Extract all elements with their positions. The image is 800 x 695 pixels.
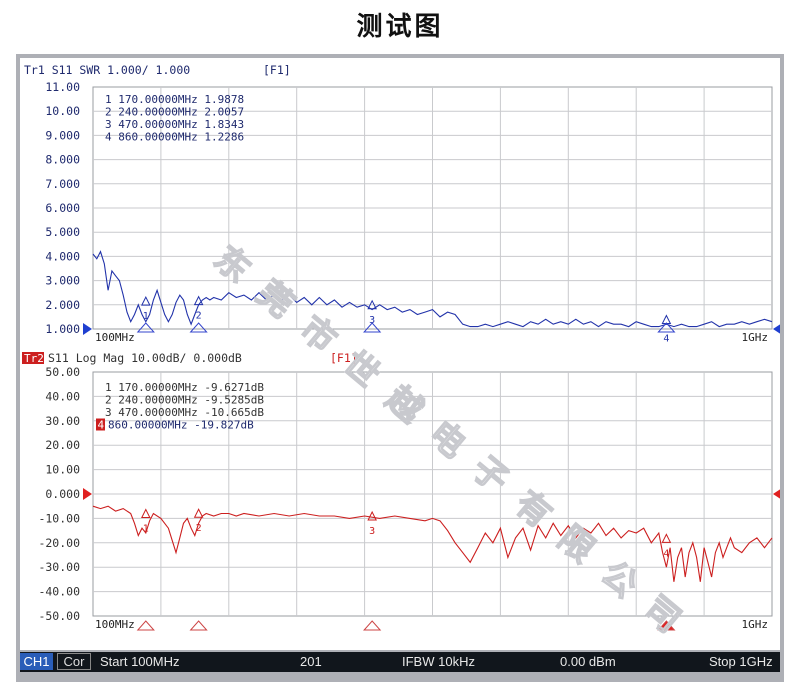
y-tick-label: 8.000	[45, 153, 80, 167]
y-tick-label: -40.00	[38, 585, 80, 599]
marker-readout: 2 240.00000MHz -9.5285dB	[105, 394, 264, 407]
marker-readout: 1 170.00000MHz 1.9878	[105, 93, 244, 106]
marker-readout: 860.00000MHz -19.827dB	[108, 419, 254, 432]
marker-number: 1	[143, 523, 149, 534]
y-tick-label: 10.00	[45, 104, 80, 118]
trace-format-tag: [F1]	[263, 63, 291, 77]
trace-header: Tr1 S11 SWR 1.000/ 1.000	[24, 63, 190, 77]
marker-number: 3	[369, 526, 375, 537]
marker-axis-indicator	[363, 620, 382, 631]
y-tick-label: -30.00	[38, 560, 80, 574]
status-bar: CH1 Cor Start 100MHz 201 IFBW 10kHz 0.00…	[20, 652, 780, 672]
marker-axis-indicator	[136, 620, 155, 631]
marker-number: 2	[196, 523, 202, 534]
y-tick-label: 11.00	[45, 80, 80, 94]
x-tick-label: 1GHz	[742, 331, 769, 344]
x-tick-label: 100MHz	[95, 331, 135, 344]
y-tick-label: -10.00	[38, 511, 80, 525]
marker-axis-indicator	[189, 620, 208, 631]
marker-readout: 4 860.00000MHz 1.2286	[105, 131, 244, 144]
marker-readout: 3 470.00000MHz -10.665dB	[105, 406, 264, 419]
sweep-points[interactable]: 201	[300, 654, 322, 669]
trace-label: Tr2	[24, 352, 44, 365]
reference-arrow-left	[83, 323, 92, 335]
stop-frequency[interactable]: Stop 1GHz	[709, 654, 773, 669]
reference-arrow-right	[773, 488, 782, 500]
marker-number: 3	[369, 315, 375, 326]
x-tick-label: 100MHz	[95, 618, 135, 631]
y-tick-label: 0.000	[45, 487, 80, 501]
y-tick-label: 10.00	[45, 463, 80, 477]
marker-number: 4	[663, 333, 669, 344]
y-tick-label: 3.000	[45, 274, 80, 288]
y-tick-label: 30.00	[45, 414, 80, 428]
if-bandwidth[interactable]: IFBW 10kHz	[402, 654, 475, 669]
y-tick-label: 4.000	[45, 249, 80, 263]
y-tick-label: -20.00	[38, 536, 80, 550]
x-tick-label: 1GHz	[742, 618, 769, 631]
y-tick-label: 7.000	[45, 177, 80, 191]
y-tick-label: 6.000	[45, 201, 80, 215]
page-title: 测试图	[356, 12, 444, 42]
marker-number: 2	[196, 311, 202, 322]
trace-header: S11 Log Mag 10.00dB/ 0.000dB	[48, 351, 242, 365]
source-power[interactable]: 0.00 dBm	[560, 654, 616, 669]
y-tick-label: -50.00	[38, 609, 80, 623]
reference-arrow-right	[773, 323, 782, 335]
y-tick-label: 20.00	[45, 438, 80, 452]
marker-number: 4	[663, 548, 669, 559]
marker-number: 1	[143, 311, 149, 322]
marker-readout: 1 170.00000MHz -9.6271dB	[105, 381, 264, 394]
marker-readout-id: 4	[98, 419, 105, 432]
correction-indicator[interactable]: Cor	[57, 653, 91, 670]
y-tick-label: 1.000	[45, 322, 80, 336]
reference-arrow-left	[83, 488, 92, 500]
chart-svg: 11.00 10.00 9.000 8.000 7.000 6.000 5.000 4.000…	[22, 63, 782, 642]
marker-readout: 3 470.00000MHz 1.8343	[105, 118, 244, 131]
y-tick-label: 40.00	[45, 389, 80, 403]
y-tick-label: 9.000	[45, 128, 80, 142]
channel-button[interactable]: CH1	[20, 653, 53, 670]
y-tick-label: 5.000	[45, 225, 80, 239]
analyzer-screen: 11.00 10.00 9.000 8.000 7.000 6.000 5.000 4.000…	[20, 58, 782, 650]
y-tick-label: 50.00	[45, 365, 80, 379]
y-tick-label: 2.000	[45, 298, 80, 312]
marker-readout: 2 240.00000MHz 2.0057	[105, 106, 244, 119]
start-frequency[interactable]: Start 100MHz	[100, 654, 179, 669]
